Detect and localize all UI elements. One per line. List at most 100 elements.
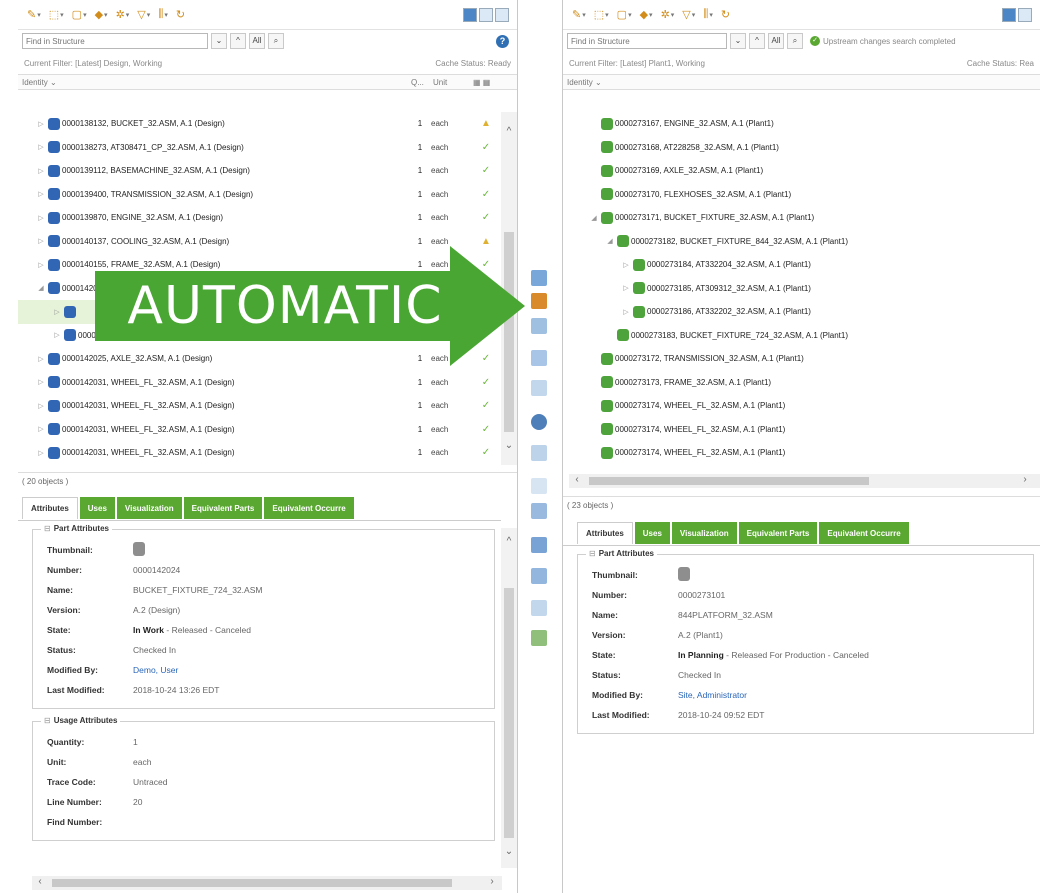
- attribute-value[interactable]: Site, Administrator: [678, 690, 747, 700]
- expand-icon[interactable]: ▷: [36, 120, 46, 128]
- r-part-attributes-legend[interactable]: ⊟ Part Attributes: [586, 549, 657, 558]
- right-find-input[interactable]: [567, 33, 727, 49]
- r-find-up-button[interactable]: ^: [749, 33, 765, 49]
- navigate-button[interactable]: ◆ ▾: [92, 8, 111, 21]
- find-all-button[interactable]: All: [249, 33, 265, 49]
- r-find-all-button[interactable]: All: [768, 33, 784, 49]
- scroll-left-icon[interactable]: ‹: [32, 876, 48, 887]
- r-filter-button[interactable]: ▽ ▾: [679, 8, 698, 21]
- table-row[interactable]: 0000273168, AT228258_32.ASM, A.1 (Plant1…: [563, 136, 1040, 160]
- left-tree-scroll-thumb[interactable]: [504, 232, 514, 432]
- table-row[interactable]: ▷ 0000138273, AT308471_CP_32.ASM, A.1 (De…: [18, 136, 501, 160]
- expand-icon[interactable]: ◢: [605, 237, 615, 245]
- r-navigate-button[interactable]: ◆ ▾: [637, 8, 656, 21]
- detect-discrepancies-icon[interactable]: [531, 270, 547, 286]
- columns-button[interactable]: ⫼ ▾: [155, 8, 171, 21]
- identity-column-header[interactable]: Identity ⌄: [18, 78, 411, 87]
- table-row[interactable]: 0000273174, WHEEL_FL_32.ASM, A.1 (Plant1…: [563, 394, 1040, 418]
- reassign-icon[interactable]: [531, 600, 547, 616]
- tab-equivalent-parts[interactable]: Equivalent Parts: [738, 522, 818, 544]
- r-new-part-button[interactable]: ▢ ▾: [614, 8, 635, 21]
- scroll-right-icon[interactable]: ›: [484, 876, 500, 887]
- settings-icon[interactable]: [531, 414, 547, 430]
- table-row[interactable]: ◢ 0000273182, BUCKET_FIXTURE_844_32.ASM, …: [563, 230, 1040, 254]
- table-row[interactable]: ▷ 0000142031, WHEEL_FL_32.ASM, A.1 (Desig…: [18, 418, 501, 442]
- expand-icon[interactable]: ▷: [36, 355, 46, 363]
- find-up-button[interactable]: ^: [230, 33, 246, 49]
- expand-icon[interactable]: ▷: [621, 284, 631, 292]
- table-row[interactable]: ◢ 0000273171, BUCKET_FIXTURE_32.ASM, A.1 …: [563, 206, 1040, 230]
- options-button[interactable]: ✲ ▾: [113, 8, 133, 21]
- layout-icon[interactable]: [463, 7, 477, 22]
- expand-icon[interactable]: ▷: [52, 331, 62, 339]
- help-icon[interactable]: ?: [496, 34, 509, 48]
- left-tree-scrollbar[interactable]: ^ ⌄: [501, 112, 517, 465]
- find-down-button[interactable]: ⌄: [211, 33, 227, 49]
- table-row[interactable]: ▷ 0000142025, AXLE_32.ASM, A.1 (Design) 1 e…: [18, 347, 501, 371]
- r-insert-tool-button[interactable]: ⬚ ▾: [591, 8, 612, 21]
- left-attr-scroll-thumb[interactable]: [504, 588, 514, 838]
- table-row[interactable]: 0000273174, WHEEL_FL_32.ASM, A.1 (Plant1…: [563, 418, 1040, 442]
- expand-icon[interactable]: ▷: [52, 308, 62, 316]
- left-current-filter[interactable]: Current Filter: [Latest] Design, Working: [24, 59, 162, 68]
- tab-equivalent-occurre[interactable]: Equivalent Occurre: [264, 497, 354, 519]
- table-row[interactable]: ▷ 0000139112, BASEMACHINE_32.ASM, A.1 (De…: [18, 159, 501, 183]
- new-branch-icon[interactable]: [531, 380, 547, 396]
- filter-button[interactable]: ▽ ▾: [134, 8, 153, 21]
- r-find-options-icon[interactable]: ⌕: [787, 33, 803, 49]
- right-hscrollbar[interactable]: ‹ ›: [569, 474, 1040, 488]
- tab-visualization[interactable]: Visualization: [116, 497, 182, 519]
- table-row[interactable]: 0000273169, AXLE_32.ASM, A.1 (Plant1): [563, 159, 1040, 183]
- table-row[interactable]: ▷ 0000140137, COOLING_32.ASM, A.1 (Design…: [18, 230, 501, 254]
- r-find-down-button[interactable]: ⌄: [730, 33, 746, 49]
- scroll-up-icon[interactable]: ^: [501, 126, 517, 137]
- attribute-value[interactable]: Demo, User: [133, 665, 178, 675]
- r-scroll-left-icon[interactable]: ‹: [569, 474, 585, 485]
- grid-icon[interactable]: [479, 7, 493, 22]
- scroll-down-icon[interactable]: ⌄: [501, 440, 517, 451]
- part-attributes-legend[interactable]: ⊟ Part Attributes: [41, 524, 112, 533]
- table-row[interactable]: ▷ 0000142031, WHEEL_FL_32.ASM, A.1 (Desig…: [18, 394, 501, 418]
- expand-icon[interactable]: ▷: [36, 237, 46, 245]
- table-row[interactable]: ▷ 0000273185, AT309312_32.ASM, A.1 (Plant…: [563, 277, 1040, 301]
- table-row[interactable]: ▷ 0000139400, TRANSMISSION_32.ASM, A.1 (D…: [18, 183, 501, 207]
- tab-attributes[interactable]: Attributes: [22, 497, 78, 519]
- paste-icon[interactable]: [531, 350, 547, 366]
- expand-icon[interactable]: ▷: [36, 214, 46, 222]
- expand-icon[interactable]: ▷: [36, 190, 46, 198]
- refresh-button[interactable]: ↻: [173, 8, 188, 21]
- generate-icon[interactable]: [531, 568, 547, 584]
- table-row[interactable]: ▷ 0000142031, WHEEL_FL_32.ASM, A.1 (Desig…: [18, 441, 501, 465]
- split-icon[interactable]: [495, 7, 509, 22]
- expand-icon[interactable]: ▷: [36, 402, 46, 410]
- structure-icon[interactable]: [531, 537, 547, 553]
- table-row[interactable]: ▷ 0000273184, AT332204_32.ASM, A.1 (Plant…: [563, 253, 1040, 277]
- left-hscrollbar[interactable]: ‹ ›: [32, 876, 502, 890]
- find-options-icon[interactable]: ⌕: [268, 33, 284, 49]
- tab-uses[interactable]: Uses: [79, 497, 115, 519]
- expand-icon[interactable]: ◢: [589, 214, 599, 222]
- quantity-column-header[interactable]: Q...: [411, 78, 433, 87]
- tab-attributes[interactable]: Attributes: [577, 522, 633, 544]
- thumbnail-icon[interactable]: [678, 567, 690, 581]
- expand-icon[interactable]: ▷: [36, 378, 46, 386]
- right-current-filter[interactable]: Current Filter: [Latest] Plant1, Working: [569, 59, 705, 68]
- expand-icon[interactable]: ▷: [36, 449, 46, 457]
- table-row[interactable]: ▷ 0000139870, ENGINE_32.ASM, A.1 (Design)…: [18, 206, 501, 230]
- table-row[interactable]: 0000273170, FLEXHOSES_32.ASM, A.1 (Plant…: [563, 183, 1040, 207]
- column-tools-icon[interactable]: ▦ ▦: [473, 78, 517, 87]
- table-row[interactable]: 0000273183, BUCKET_FIXTURE_724_32.ASM, A…: [563, 324, 1040, 348]
- attr-scroll-up-icon[interactable]: ^: [501, 536, 517, 547]
- left-hscroll-thumb[interactable]: [52, 879, 452, 887]
- table-row[interactable]: 0000273173, FRAME_32.ASM, A.1 (Plant1): [563, 371, 1040, 395]
- expand-icon[interactable]: ◢: [36, 284, 46, 292]
- usage-attributes-legend[interactable]: ⊟ Usage Attributes: [41, 716, 121, 725]
- compare-icon[interactable]: [531, 445, 547, 461]
- right-hscroll-thumb[interactable]: [589, 477, 869, 485]
- resolve-icon[interactable]: [531, 293, 547, 309]
- split-transform-icon[interactable]: [531, 503, 547, 519]
- table-row[interactable]: ▷ 0000273186, AT332202_32.ASM, A.1 (Plant…: [563, 300, 1040, 324]
- r-grid-icon[interactable]: [1018, 7, 1032, 22]
- transform-icon[interactable]: [531, 478, 547, 494]
- new-part-button[interactable]: ▢ ▾: [69, 8, 90, 21]
